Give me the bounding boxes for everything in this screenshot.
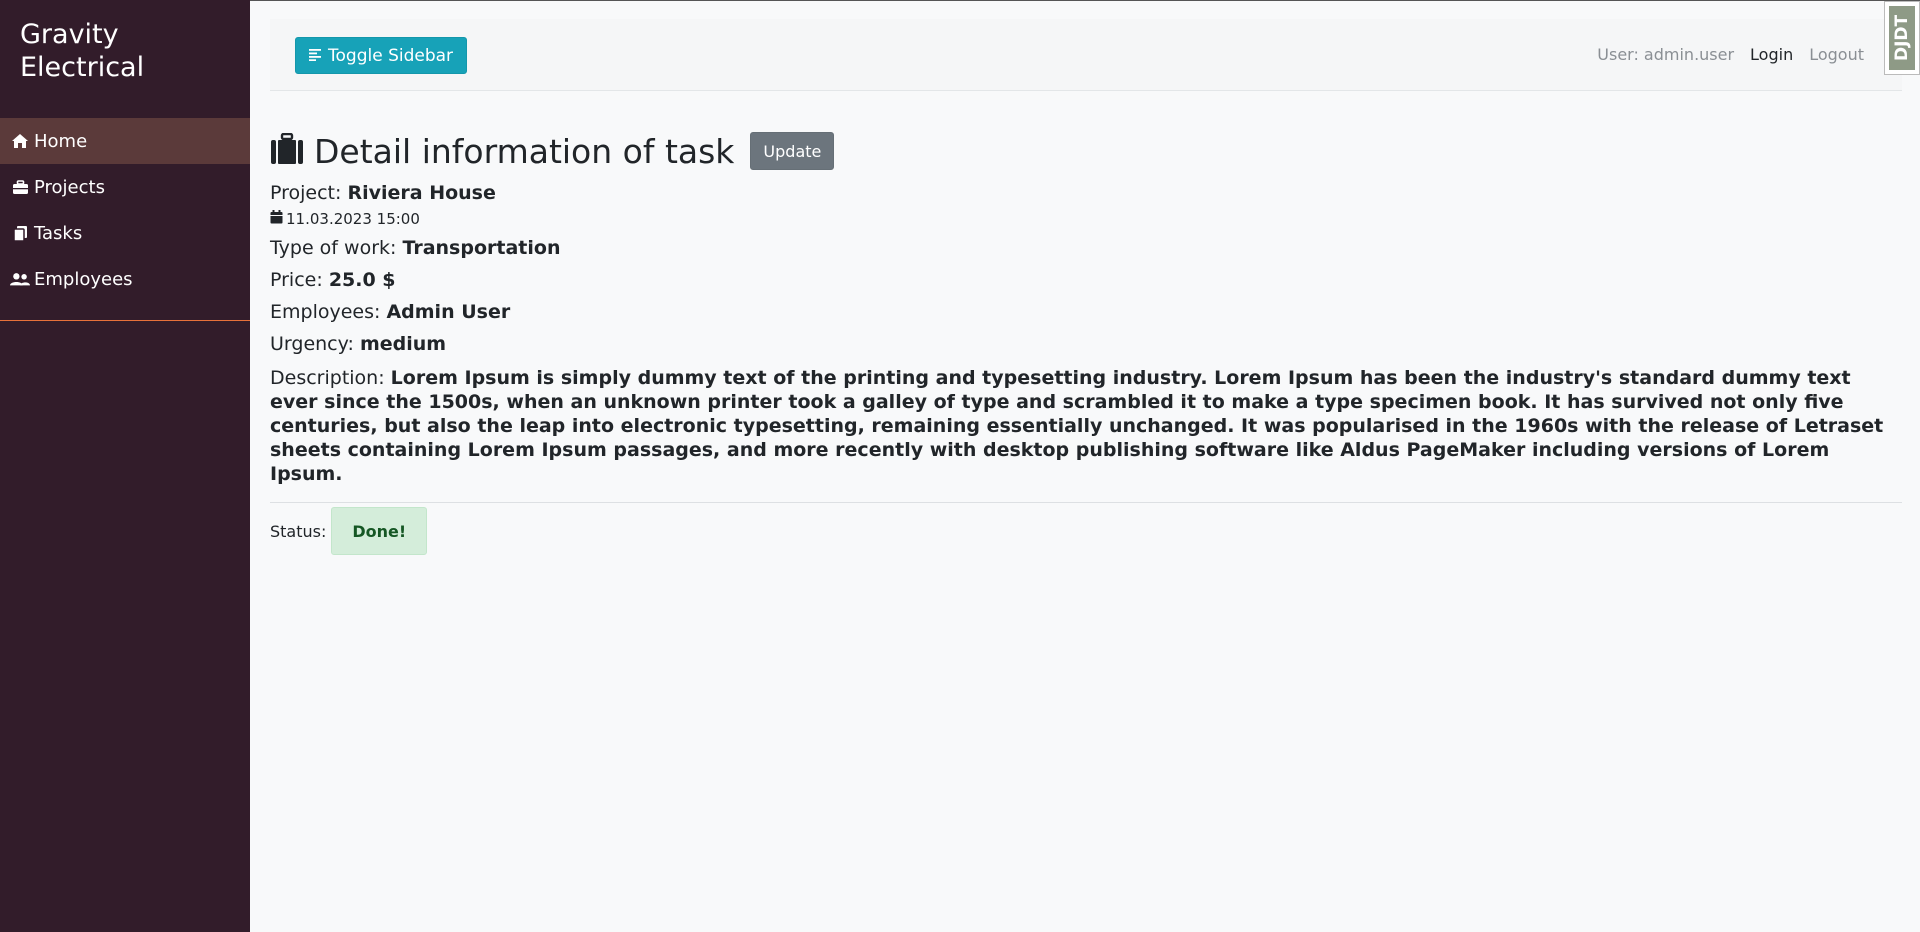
users-icon bbox=[10, 272, 30, 287]
align-left-icon bbox=[309, 46, 322, 66]
sidebar-item-label: Employees bbox=[34, 268, 133, 290]
briefcase-icon bbox=[10, 179, 30, 195]
task-date: 11.03.2023 15:00 bbox=[286, 210, 420, 228]
date-row: 11.03.2023 15:00 bbox=[270, 210, 1902, 228]
sidebar-item-label: Home bbox=[34, 130, 88, 152]
brand-title[interactable]: Gravity Electrical bbox=[0, 0, 250, 118]
task-detail: Detail information of task Update Projec… bbox=[270, 129, 1902, 555]
sidebar-item-home[interactable]: Home bbox=[0, 118, 250, 164]
calendar-icon bbox=[270, 210, 283, 228]
home-icon bbox=[10, 133, 30, 149]
type-of-work-label: Type of work: bbox=[270, 237, 397, 259]
suitcase-icon bbox=[270, 132, 304, 169]
type-of-work-value: Transportation bbox=[402, 237, 561, 259]
sidebar-item-employees[interactable]: Employees bbox=[0, 256, 250, 302]
user-menu: User: admin.user Login Logout bbox=[1597, 45, 1864, 64]
type-of-work-field: Type of work: Transportation bbox=[270, 236, 1902, 260]
employees-field: Employees: Admin User bbox=[270, 300, 1902, 324]
urgency-label: Urgency: bbox=[270, 333, 354, 355]
price-label: Price: bbox=[270, 269, 323, 291]
employees-value: Admin User bbox=[386, 301, 511, 323]
status-badge: Done! bbox=[331, 507, 428, 555]
debug-toolbar-handle[interactable]: DJDT bbox=[1884, 1, 1920, 75]
toggle-sidebar-button[interactable]: Toggle Sidebar bbox=[295, 37, 468, 74]
top-navbar: Toggle Sidebar User: admin.user Login Lo… bbox=[270, 19, 1902, 91]
login-link[interactable]: Login bbox=[1750, 45, 1793, 64]
sidebar-item-tasks[interactable]: Tasks bbox=[0, 210, 250, 256]
page-title: Detail information of task bbox=[314, 131, 735, 171]
brand-line-1: Gravity bbox=[20, 19, 119, 50]
price-value: 25.0 $ bbox=[328, 269, 396, 291]
sidebar-item-label: Projects bbox=[34, 176, 105, 198]
copy-icon bbox=[10, 225, 30, 242]
sidebar-nav: Home Projects Tasks Employees bbox=[0, 118, 250, 321]
urgency-field: Urgency: medium bbox=[270, 332, 1902, 356]
divider bbox=[270, 502, 1902, 503]
debug-toolbar-label: DJDT bbox=[1889, 6, 1915, 70]
project-field: Project: Riviera House bbox=[270, 181, 1902, 205]
main-area: Toggle Sidebar User: admin.user Login Lo… bbox=[250, 0, 1920, 932]
status-label: Status: bbox=[270, 521, 327, 541]
brand-line-2: Electrical bbox=[20, 52, 145, 83]
description-label: Description: bbox=[270, 367, 385, 389]
sidebar-item-projects[interactable]: Projects bbox=[0, 164, 250, 210]
status-row: Status: Done! bbox=[270, 507, 1902, 555]
sidebar: Gravity Electrical Home Projects Tasks E… bbox=[0, 0, 250, 932]
project-value: Riviera House bbox=[347, 182, 496, 204]
employees-label: Employees: bbox=[270, 301, 381, 323]
urgency-value: medium bbox=[359, 333, 447, 355]
price-field: Price: 25.0 $ bbox=[270, 268, 1902, 292]
description-field: Description: Lorem Ipsum is simply dummy… bbox=[270, 366, 1902, 486]
heading-row: Detail information of task Update bbox=[270, 129, 1902, 173]
logout-link[interactable]: Logout bbox=[1809, 45, 1864, 64]
sidebar-item-label: Tasks bbox=[34, 222, 83, 244]
update-button[interactable]: Update bbox=[750, 132, 835, 170]
current-user-label: User: admin.user bbox=[1597, 45, 1735, 64]
description-value: Lorem Ipsum is simply dummy text of the … bbox=[270, 367, 1884, 485]
toggle-sidebar-label: Toggle Sidebar bbox=[328, 45, 454, 66]
project-label: Project: bbox=[270, 182, 342, 204]
